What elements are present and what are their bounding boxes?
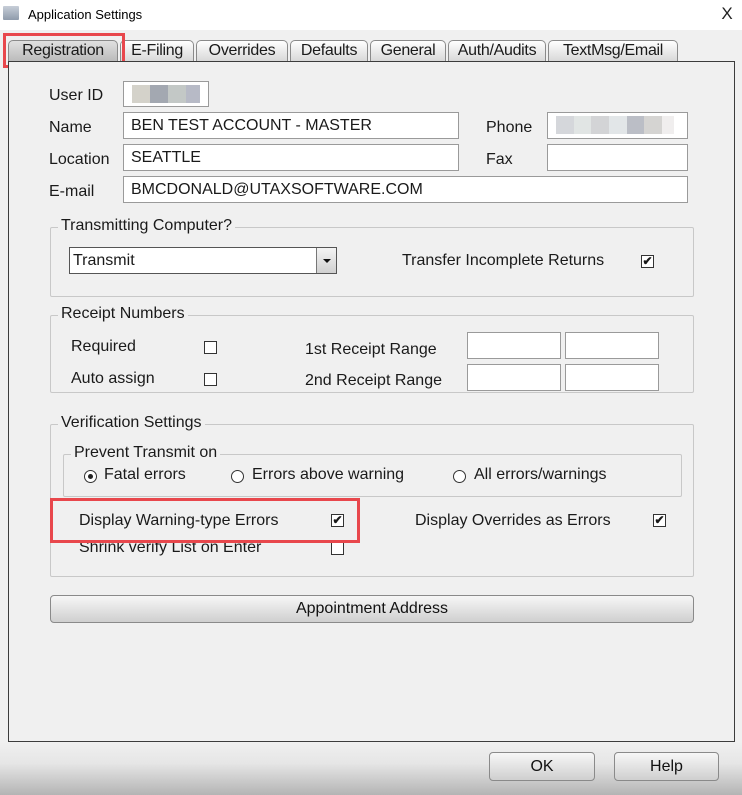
tab-defaults[interactable]: Defaults — [290, 40, 368, 62]
location-label: Location — [49, 151, 110, 168]
transmitting-computer-group: Transmitting Computer? Transmit Transfer… — [50, 217, 694, 297]
help-button[interactable]: Help — [614, 752, 719, 781]
transfer-incomplete-label: Transfer Incomplete Returns — [402, 252, 605, 269]
tab-overrides[interactable]: Overrides — [196, 40, 288, 62]
range2-to-field[interactable] — [565, 364, 659, 391]
range2-from-field[interactable] — [467, 364, 561, 391]
registration-panel: User ID Name BEN TEST ACCOUNT - MASTER P… — [8, 61, 735, 742]
chevron-down-icon[interactable] — [316, 248, 336, 273]
range1-to-field[interactable] — [565, 332, 659, 359]
redacted-block — [609, 116, 627, 134]
shrink-verify-label: Shrink verify List on Enter — [79, 539, 262, 556]
email-label: E-mail — [49, 183, 95, 200]
redacted-block — [662, 116, 674, 134]
window-title: Application Settings — [28, 7, 143, 22]
redacted-block — [591, 116, 609, 134]
redacted-block — [150, 85, 168, 103]
title-bar: Application Settings X — [0, 0, 742, 30]
errors-above-warning-label[interactable]: Errors above warning — [252, 466, 404, 484]
verification-settings-group: Verification Settings Prevent Transmit o… — [50, 414, 694, 577]
redacted-block — [556, 116, 574, 134]
dialog-footer: OK Help — [0, 742, 742, 795]
verification-settings-title: Verification Settings — [58, 414, 205, 432]
email-field[interactable]: BMCDONALD@UTAXSOFTWARE.COM — [123, 176, 688, 203]
display-warning-checkbox[interactable]: ✔ — [331, 514, 344, 527]
fatal-errors-label[interactable]: Fatal errors — [104, 466, 186, 484]
phone-field[interactable] — [547, 112, 688, 139]
close-icon[interactable]: X — [718, 4, 736, 24]
transmit-select-value: Transmit — [73, 252, 135, 269]
redacted-block — [132, 85, 150, 103]
app-window-icon — [3, 6, 19, 20]
fax-label: Fax — [486, 151, 513, 168]
display-overrides-checkbox[interactable]: ✔ — [653, 514, 666, 527]
range1-label: 1st Receipt Range — [305, 341, 437, 358]
fax-field[interactable] — [547, 144, 688, 171]
errors-above-warning-radio[interactable] — [231, 470, 244, 483]
phone-label: Phone — [486, 119, 533, 136]
user-id-label: User ID — [49, 87, 104, 104]
auto-assign-label: Auto assign — [71, 370, 155, 387]
redacted-block — [168, 85, 186, 103]
tab-auth-audits[interactable]: Auth/Audits — [448, 40, 546, 62]
transmitting-computer-title: Transmitting Computer? — [58, 217, 236, 235]
prevent-transmit-group: Prevent Transmit on Fatal errors Errors … — [63, 444, 682, 497]
tab-textmsg-email[interactable]: TextMsg/Email — [548, 40, 678, 62]
required-label: Required — [71, 338, 136, 355]
tab-e-filing[interactable]: E-Filing — [120, 40, 194, 62]
prevent-transmit-title: Prevent Transmit on — [71, 444, 221, 462]
transfer-incomplete-checkbox[interactable]: ✔ — [641, 255, 654, 268]
tab-general[interactable]: General — [370, 40, 446, 62]
shrink-verify-checkbox[interactable] — [331, 542, 344, 555]
required-checkbox[interactable] — [204, 341, 217, 354]
tab-registration[interactable]: Registration — [8, 40, 118, 62]
redacted-block — [574, 116, 591, 134]
receipt-numbers-group: Receipt Numbers Required Auto assign 1st… — [50, 305, 694, 393]
location-field[interactable]: SEATTLE — [123, 144, 459, 171]
name-label: Name — [49, 119, 92, 136]
redacted-block — [644, 116, 662, 134]
all-errors-warnings-label[interactable]: All errors/warnings — [474, 466, 606, 484]
appointment-address-button[interactable]: Appointment Address — [50, 595, 694, 623]
ok-button[interactable]: OK — [489, 752, 595, 781]
auto-assign-checkbox[interactable] — [204, 373, 217, 386]
user-id-field[interactable] — [123, 81, 209, 107]
name-field[interactable]: BEN TEST ACCOUNT - MASTER — [123, 112, 459, 139]
radio-selected-dot — [88, 474, 93, 479]
fatal-errors-radio[interactable] — [84, 470, 97, 483]
range2-label: 2nd Receipt Range — [305, 372, 442, 389]
transmit-select[interactable]: Transmit — [69, 247, 337, 274]
receipt-numbers-title: Receipt Numbers — [58, 305, 188, 323]
display-overrides-label: Display Overrides as Errors — [415, 512, 611, 529]
all-errors-warnings-radio[interactable] — [453, 470, 466, 483]
tab-strip: Registration E-Filing Overrides Defaults… — [0, 38, 742, 62]
redacted-block — [627, 116, 644, 134]
display-warning-label: Display Warning-type Errors — [79, 512, 279, 529]
range1-from-field[interactable] — [467, 332, 561, 359]
redacted-block — [186, 85, 200, 103]
